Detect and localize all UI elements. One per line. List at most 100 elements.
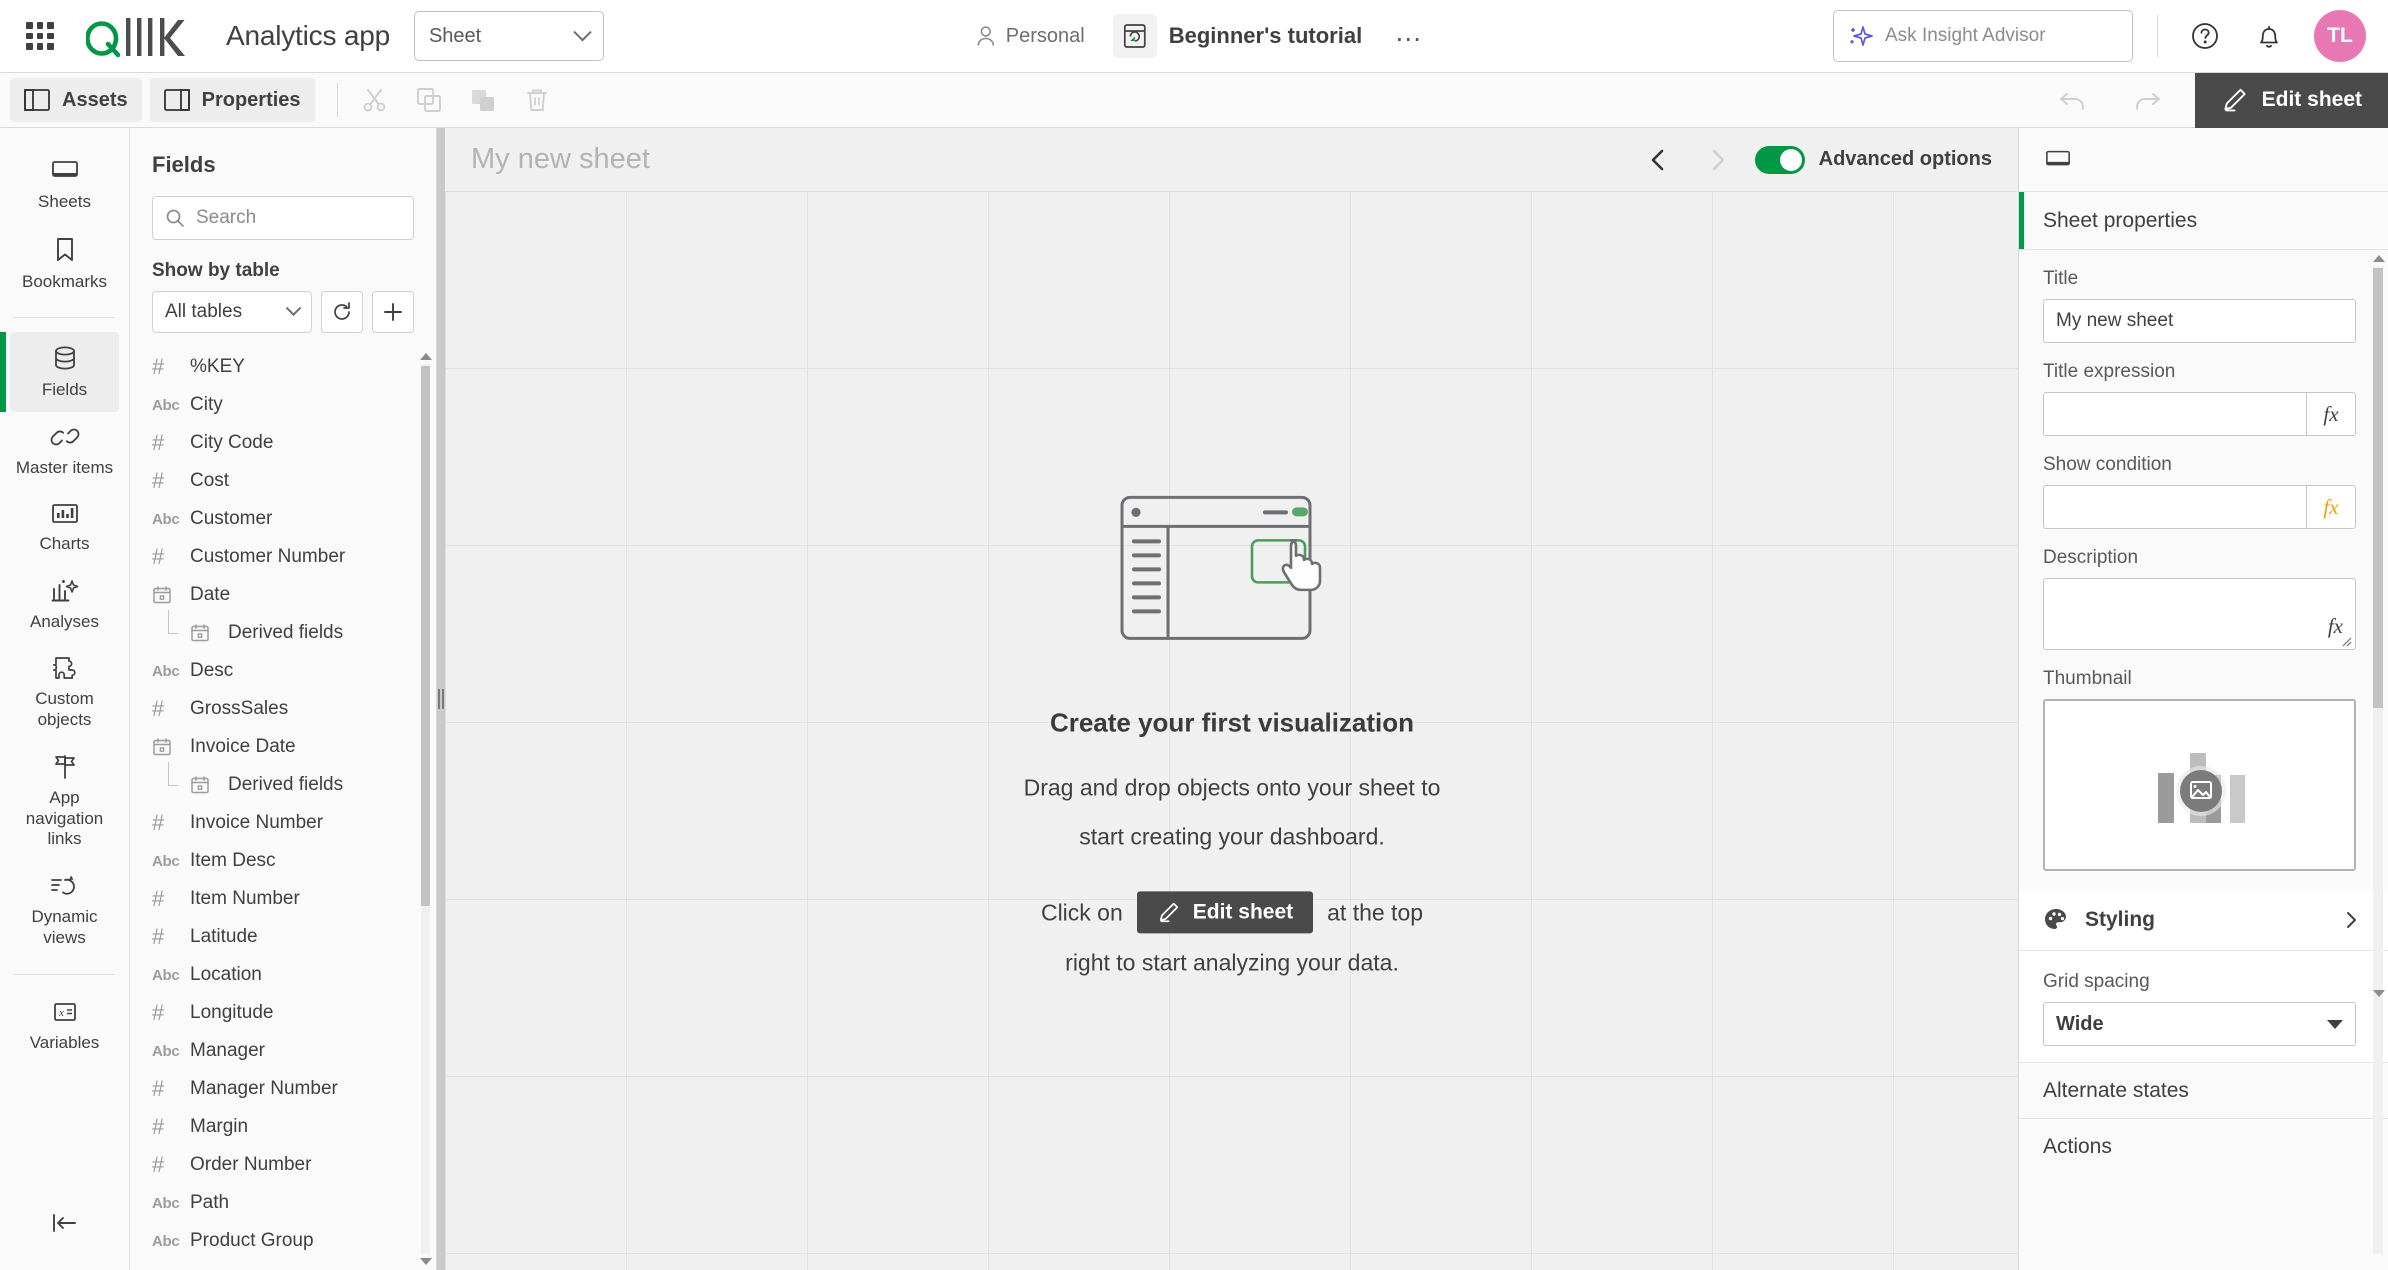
sheet-grid-canvas[interactable]: Create your first visualization Drag and… xyxy=(445,191,2018,1270)
field-list-item[interactable]: # Latitude xyxy=(130,918,436,956)
assets-label: Assets xyxy=(62,88,128,111)
properties-panel-body[interactable]: Title My new sheet Title expression fx S… xyxy=(2019,250,2388,1270)
properties-scrollbar[interactable] xyxy=(2371,250,2385,1270)
scroll-up-arrow[interactable] xyxy=(2372,252,2385,265)
field-list-item[interactable]: Invoice Date xyxy=(130,728,436,766)
flag-icon xyxy=(54,754,75,779)
edit-sheet-button[interactable]: Edit sheet xyxy=(2194,72,2388,128)
sidebar-item-sheets[interactable]: Sheets xyxy=(10,146,119,224)
table-filter-select[interactable]: All tables xyxy=(152,291,312,333)
sidebar-item-fields[interactable]: Fields xyxy=(0,332,119,413)
scroll-up-arrow[interactable] xyxy=(419,350,432,363)
field-list-item[interactable]: AbcProduct Line xyxy=(130,1260,436,1270)
advanced-options-toggle[interactable] xyxy=(1754,145,1805,174)
next-sheet-button[interactable] xyxy=(1695,137,1741,183)
sheet-selector[interactable]: Sheet xyxy=(413,11,604,61)
actions-row[interactable]: Actions xyxy=(2019,1118,2388,1174)
field-list-item[interactable]: Abc Path xyxy=(130,1184,436,1222)
add-field-button[interactable] xyxy=(372,291,414,333)
field-list-item[interactable]: Derived fields xyxy=(130,762,436,804)
field-list-item[interactable]: # Item Number xyxy=(130,880,436,918)
field-list-item[interactable]: Date xyxy=(130,576,436,614)
help-circle-icon[interactable] xyxy=(2182,13,2228,59)
assets-toggle-button[interactable]: Assets xyxy=(10,78,142,122)
field-list-item[interactable]: Abc Manager xyxy=(130,1032,436,1070)
properties-toggle-button[interactable]: Properties xyxy=(149,78,315,122)
field-list-item[interactable]: Abc Product Group xyxy=(130,1222,436,1260)
thumbnail-section: Thumbnail xyxy=(2019,650,2388,889)
show-condition-section: Show condition fx xyxy=(2019,436,2388,529)
sidebar-item-app-navigation-links[interactable]: App navigation links xyxy=(10,742,119,861)
field-list-item[interactable]: # Customer Number xyxy=(130,538,436,576)
field-list-item[interactable]: Abc Location xyxy=(130,956,436,994)
sidebar-item-bookmarks[interactable]: Bookmarks xyxy=(10,224,119,304)
field-list-item[interactable]: # Manager Number xyxy=(130,1070,436,1108)
grid-spacing-select[interactable]: Wide xyxy=(2043,1002,2356,1046)
field-list-item[interactable]: # Margin xyxy=(130,1108,436,1146)
panel-resize-handle[interactable] xyxy=(437,128,445,1270)
field-list-item[interactable]: Abc City xyxy=(130,386,436,424)
text-field-icon: Abc xyxy=(152,966,180,984)
description-textarea[interactable]: fx xyxy=(2043,578,2356,650)
show-condition-input[interactable] xyxy=(2043,485,2306,529)
scroll-down-arrow[interactable] xyxy=(419,1255,432,1268)
text-field-icon: Abc xyxy=(152,510,180,528)
insight-advisor-input[interactable]: Ask Insight Advisor xyxy=(1833,10,2133,62)
field-list-item[interactable]: Abc Customer xyxy=(130,500,436,538)
field-list-item[interactable]: # %KEY xyxy=(130,348,436,386)
sidebar-label: Analyses xyxy=(30,611,99,631)
sheet-selector-value: Sheet xyxy=(428,24,482,47)
field-list-item[interactable]: # GrossSales xyxy=(130,690,436,728)
empty-state-edit-sheet-button[interactable]: Edit sheet xyxy=(1136,891,1314,934)
styling-row[interactable]: Styling xyxy=(2019,889,2388,951)
overflow-menu-icon[interactable]: … xyxy=(1394,18,1424,46)
field-list-item[interactable]: # Order Number xyxy=(130,1146,436,1184)
sidebar-item-dynamic-views[interactable]: Dynamic views xyxy=(10,861,119,959)
field-list-item[interactable]: # Longitude xyxy=(130,994,436,1032)
apps-grid-icon[interactable] xyxy=(22,18,58,54)
title-input[interactable]: My new sheet xyxy=(2043,299,2356,343)
text-field-icon: Abc xyxy=(152,1194,180,1212)
sidebar-label: Sheets xyxy=(38,192,91,211)
title-expression-fx-button[interactable]: fx xyxy=(2306,392,2356,436)
text-field-icon: Abc xyxy=(152,1042,180,1060)
field-list-item[interactable]: # Invoice Number xyxy=(130,804,436,842)
field-list-item[interactable]: # City Code xyxy=(130,424,436,462)
insight-advisor-placeholder: Ask Insight Advisor xyxy=(1885,25,2046,46)
text-field-icon: Abc xyxy=(152,396,180,414)
fields-scrollbar[interactable] xyxy=(418,348,432,1270)
alternate-states-row[interactable]: Alternate states xyxy=(2019,1062,2388,1118)
fields-list[interactable]: # %KEY Abc City # City Code # Cost Abc Customer # C… xyxy=(130,348,436,1270)
search-input[interactable]: Search xyxy=(152,196,414,240)
field-name: Manager Number xyxy=(190,1078,338,1099)
scroll-thumb[interactable] xyxy=(2373,268,2383,708)
field-list-item[interactable]: Abc Item Desc xyxy=(130,842,436,880)
scroll-down-arrow[interactable] xyxy=(2372,987,2385,1000)
prev-sheet-button[interactable] xyxy=(1635,137,1681,183)
field-list-item[interactable]: Derived fields xyxy=(130,610,436,652)
tutorial-app-chip[interactable]: Beginner's tutorial xyxy=(1112,14,1376,58)
scroll-thumb[interactable] xyxy=(421,366,430,906)
collapse-left-icon[interactable] xyxy=(0,1210,129,1236)
sidebar-item-master-items[interactable]: Master items xyxy=(10,412,119,490)
text-field-icon: Abc xyxy=(152,662,180,680)
empty-state-title: Create your first visualization xyxy=(1049,707,1415,738)
field-list-item[interactable]: # Cost xyxy=(130,462,436,500)
resize-handle-icon[interactable] xyxy=(2340,635,2352,647)
sidebar-label: Master items xyxy=(15,458,114,478)
sidebar-item-charts[interactable]: Charts xyxy=(10,490,119,566)
field-list-item[interactable]: Abc Desc xyxy=(130,652,436,690)
space-personal[interactable]: Personal xyxy=(964,17,1097,56)
field-name: Product Group xyxy=(190,1230,314,1251)
refresh-button[interactable] xyxy=(321,291,363,333)
bell-icon[interactable] xyxy=(2246,13,2292,59)
sidebar-item-variables[interactable]: x Variables xyxy=(10,989,119,1065)
sidebar-item-analyses[interactable]: Analyses xyxy=(10,566,119,644)
sidebar-item-custom-objects[interactable]: Custom objects xyxy=(10,643,119,741)
qlik-logo[interactable] xyxy=(86,14,204,58)
date-field-icon xyxy=(152,737,190,757)
title-expression-input[interactable] xyxy=(2043,392,2306,436)
thumbnail-picker[interactable] xyxy=(2043,699,2356,871)
show-condition-fx-button[interactable]: fx xyxy=(2306,485,2356,529)
avatar[interactable]: TL xyxy=(2314,10,2366,62)
